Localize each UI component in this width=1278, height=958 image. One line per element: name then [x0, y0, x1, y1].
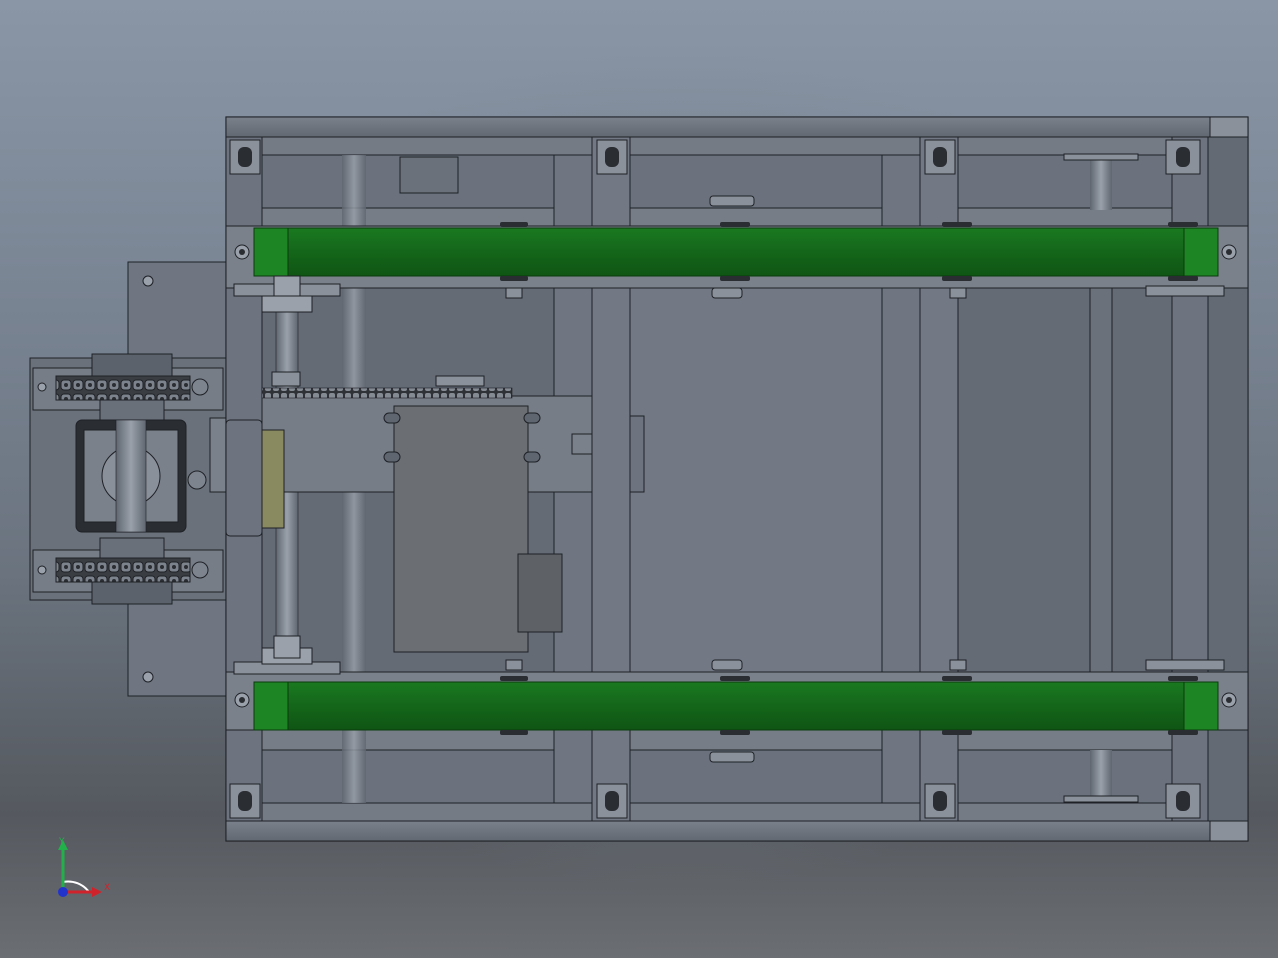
bolt [37, 382, 47, 392]
bottom-inner-rail [261, 802, 1209, 822]
triad-x-label: X [104, 883, 111, 893]
cross-member-thin [1089, 287, 1113, 673]
triad-z-axis [58, 887, 68, 897]
frame-chamfer [1209, 820, 1249, 842]
belt-end-roller [1183, 681, 1219, 731]
frame-chamfer [1209, 116, 1249, 138]
triad-y-label: Y [59, 837, 65, 847]
drive-chain-top [55, 375, 191, 401]
coupling-bracket [209, 417, 229, 493]
tensioner-knob [187, 470, 207, 490]
frame-interior-glow [630, 288, 882, 672]
roller-shaft [1090, 160, 1112, 210]
belt-end-roller [253, 681, 289, 731]
chain-sprocket [435, 375, 485, 387]
motor-junction-box [517, 553, 563, 633]
bolt [37, 565, 47, 575]
chain-tensioner [271, 371, 301, 387]
sprocket-hub [99, 537, 165, 559]
mount-slot [523, 451, 541, 463]
sensor-block [629, 415, 645, 493]
pad-bracket [225, 419, 263, 537]
motor-body [393, 405, 529, 653]
conveyor-belt-top [253, 227, 1219, 277]
bumper-pad [261, 429, 285, 529]
access-panel [399, 156, 459, 194]
top-inner-rail [261, 136, 1209, 156]
plate-hole [142, 275, 154, 287]
sprocket-hub [99, 399, 165, 421]
sprocket-hub [91, 581, 173, 605]
belt-end-roller [253, 227, 289, 277]
conveyor-belt-bottom [253, 681, 1219, 731]
conveyor-assembly-model[interactable] [0, 0, 1278, 958]
belt-end-roller [1183, 227, 1219, 277]
cad-viewport[interactable]: Y X [0, 0, 1278, 958]
roller-shaft [1090, 750, 1112, 800]
triad-x-arrow [92, 887, 102, 897]
mount-slot [383, 412, 401, 424]
bottom-outer-rail [225, 820, 1249, 842]
mount-slot [383, 451, 401, 463]
bolt [191, 378, 209, 396]
top-outer-rail [225, 116, 1249, 138]
drive-roller-shaft [115, 419, 147, 533]
drive-chain [261, 387, 513, 399]
mount-slot [523, 412, 541, 424]
drive-chain-bottom [55, 557, 191, 583]
bolt [191, 561, 209, 579]
plate-hole [142, 671, 154, 683]
sprocket-hub [91, 353, 173, 377]
sensor-block [571, 433, 593, 455]
